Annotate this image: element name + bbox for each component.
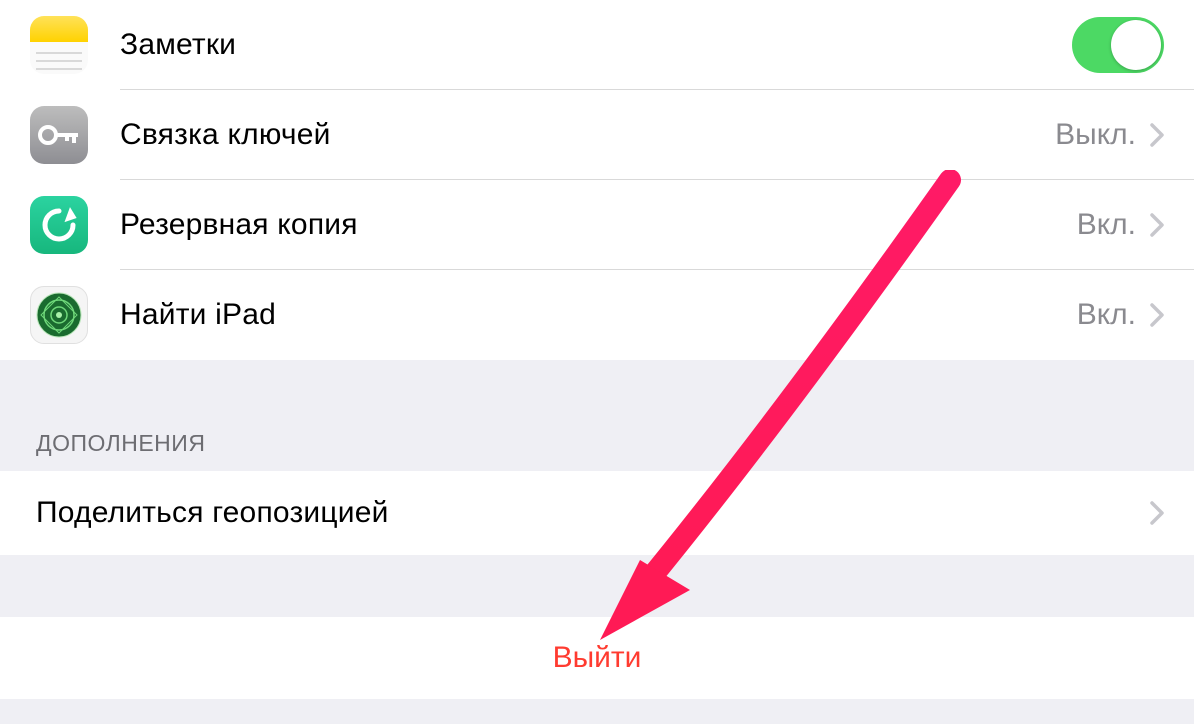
find-ipad-icon bbox=[30, 286, 88, 344]
row-label: Найти iPad bbox=[120, 298, 1077, 332]
row-value: Вкл. bbox=[1077, 208, 1136, 242]
icloud-services-group: Заметки Связка ключей Выкл. bbox=[0, 0, 1194, 360]
signout-button[interactable]: Выйти bbox=[0, 617, 1194, 699]
toggle-knob bbox=[1111, 20, 1161, 70]
row-backup[interactable]: Резервная копия Вкл. bbox=[0, 180, 1194, 270]
extensions-section-header: ДОПОЛНЕНИЯ bbox=[0, 360, 1194, 471]
notes-icon bbox=[30, 16, 88, 74]
row-notes[interactable]: Заметки bbox=[0, 0, 1194, 90]
row-find-ipad[interactable]: Найти iPad Вкл. bbox=[0, 270, 1194, 360]
row-share-location[interactable]: Поделиться геопозицией bbox=[0, 471, 1194, 555]
row-keychain[interactable]: Связка ключей Выкл. bbox=[0, 90, 1194, 180]
key-icon bbox=[30, 106, 88, 164]
signout-group: Выйти bbox=[0, 617, 1194, 699]
row-label: Связка ключей bbox=[120, 118, 1055, 152]
chevron-right-icon bbox=[1150, 123, 1164, 147]
row-value: Выкл. bbox=[1055, 118, 1136, 152]
row-label: Резервная копия bbox=[120, 208, 1077, 242]
notes-toggle[interactable] bbox=[1072, 17, 1164, 73]
chevron-right-icon bbox=[1150, 213, 1164, 237]
row-value: Вкл. bbox=[1077, 298, 1136, 332]
backup-icon bbox=[30, 196, 88, 254]
chevron-right-icon bbox=[1150, 303, 1164, 327]
row-label: Заметки bbox=[120, 28, 1072, 62]
row-label: Поделиться геопозицией bbox=[36, 496, 1150, 530]
chevron-right-icon bbox=[1150, 501, 1164, 525]
extensions-group: Поделиться геопозицией bbox=[0, 471, 1194, 555]
